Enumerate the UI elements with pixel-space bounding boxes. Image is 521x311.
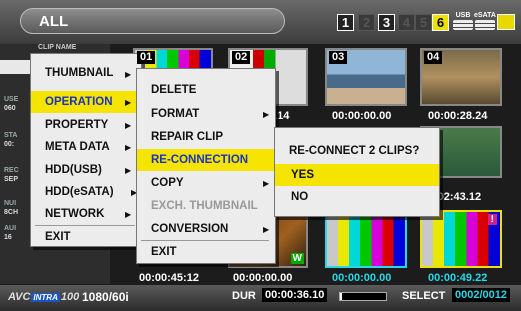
menu-item-label: DELETE (151, 84, 197, 96)
slot-1-indicator[interactable]: 1 (337, 14, 354, 31)
info-value: 16 (4, 234, 12, 241)
clip-name-header: CLIP NAME (38, 44, 77, 51)
info-value: 8CH (4, 209, 19, 216)
usb-drive-icon[interactable]: USB (451, 12, 475, 34)
select-label: SELECT (402, 290, 446, 302)
menu-item-hdd-esata[interactable]: HDD(eSATA) (31, 181, 141, 203)
menu-item-copy[interactable]: COPY (137, 172, 275, 194)
thumbnail-timecode: 00:00:00.00 (332, 272, 392, 284)
arrow-right-icon: ▶ (125, 166, 132, 175)
warning-icon: ! (487, 214, 497, 225)
info-label: STA (4, 132, 18, 139)
slot-4-indicator[interactable]: 4 (398, 14, 415, 31)
thumbnail-timecode: 00:00:28.24 (428, 110, 488, 122)
info-label: NUI (4, 200, 17, 207)
menu-item-label: HDD(eSATA) (45, 186, 114, 198)
info-value: 060 (4, 105, 16, 112)
thumbnail-number: 03 (329, 51, 348, 64)
menu-item-label: COPY (151, 177, 184, 189)
operation-submenu: DELETE FORMAT REPAIR CLIP RE-CONNECTION … (136, 68, 276, 264)
thumbnail-number: 02 (232, 51, 251, 64)
tab-all[interactable]: ALL (20, 8, 285, 34)
menu-item-label: NETWORK (45, 208, 105, 220)
menu-item-label: EXIT (151, 246, 177, 258)
menu-item-label: HDD(USB) (45, 164, 102, 176)
menu-item-label: RE-CONNECTION (151, 154, 249, 166)
menu-item-exch-thumbnail[interactable]: EXCH. THUMBNAIL (137, 195, 275, 217)
arrow-right-icon: ▶ (125, 121, 132, 130)
no-button[interactable]: NO (275, 186, 439, 208)
thumbnail-timecode: 00:00:45:12 (139, 272, 199, 284)
menu-item-delete[interactable]: DELETE (137, 79, 275, 101)
thumbnail-12[interactable]: ! (420, 210, 502, 268)
w-badge-icon: W (290, 253, 304, 264)
thumbnail-timecode: 00:00:49.22 (428, 272, 488, 284)
menu-item-label: THUMBNAIL (45, 67, 114, 79)
menu-item-re-connection[interactable]: RE-CONNECTION (137, 149, 275, 171)
menu-item-label: EXCH. THUMBNAIL (151, 200, 258, 212)
duration-label: DUR (232, 290, 256, 302)
usb-label: USB (455, 12, 471, 19)
menu-item-label: META DATA (45, 141, 110, 153)
arrow-right-icon: ▶ (263, 110, 270, 119)
thumbnail-11[interactable] (325, 210, 407, 268)
info-value: 00: (4, 141, 15, 148)
menu-item-label: REPAIR CLIP (151, 131, 223, 143)
thumbnail-screen: ALL 1 2 3 4 5 6 USB eSATA CLIP NAME USE … (0, 0, 521, 311)
option-label: NO (291, 191, 309, 203)
duration-progress-bar (339, 292, 387, 301)
thumbnail-timecode: 00:00:00.00 (233, 272, 293, 284)
reconnect-confirm-dialog: RE-CONNECT 2 CLIPS? YES NO (274, 127, 440, 217)
menu-item-label: OPERATION (45, 96, 113, 108)
menu-item-label: PROPERTY (45, 119, 109, 131)
thumbnail-number: 01 (137, 51, 156, 64)
slot-6-indicator[interactable]: 6 (432, 14, 449, 31)
menu-item-exit[interactable]: EXIT (31, 226, 141, 248)
thumbnail-04[interactable]: 04 (420, 48, 502, 106)
slot-3-indicator[interactable]: 3 (378, 14, 395, 31)
thumbnail-timecode: 00:00:00.00 (332, 110, 392, 122)
info-label: USE (4, 96, 19, 103)
menu-item-label: EXIT (45, 231, 71, 243)
info-label: REC (4, 167, 19, 174)
menu-item-format[interactable]: FORMAT (137, 103, 275, 125)
yes-button[interactable]: YES (275, 164, 439, 186)
thumbnail-03[interactable]: 03 (325, 48, 407, 106)
slot-5-indicator[interactable]: 5 (415, 14, 432, 31)
duration-value: 00:00:36.10 (262, 288, 328, 302)
arrow-right-icon: ▶ (263, 225, 270, 234)
info-label: AUI (4, 225, 17, 232)
main-menu: THUMBNAIL OPERATION PROPERTY META DATA H… (30, 53, 142, 247)
option-label: YES (291, 169, 315, 181)
menu-item-repair-clip[interactable]: REPAIR CLIP (137, 126, 275, 148)
arrow-right-icon: ▶ (125, 143, 132, 152)
video-format: 1080/60i (82, 290, 129, 304)
card-icon[interactable] (497, 14, 515, 30)
avc-intra-logo: AVC INTRA 100 (8, 291, 80, 303)
slot-2-indicator[interactable]: 2 (358, 14, 375, 31)
menu-item-conversion[interactable]: CONVERSION (137, 218, 275, 240)
duration-progress-fill (340, 293, 342, 300)
esata-label: eSATA (474, 12, 496, 19)
thumbnail-number: 04 (424, 51, 443, 64)
tab-all-label: ALL (39, 13, 69, 30)
arrow-right-icon: ▶ (125, 210, 132, 219)
arrow-right-icon: ▶ (125, 70, 132, 79)
esata-drive-icon[interactable]: eSATA (473, 12, 497, 34)
arrow-right-icon: ▶ (263, 179, 270, 188)
info-value: SEP (4, 176, 19, 183)
menu-item-exit[interactable]: EXIT (137, 241, 275, 263)
select-count: 0002/0012 (452, 288, 510, 302)
menu-item-label: CONVERSION (151, 223, 229, 235)
arrow-right-icon: ▶ (125, 98, 132, 107)
thumbnail-timecode: :02:43.12 (434, 191, 482, 203)
menu-item-label: FORMAT (151, 108, 200, 120)
dialog-question: RE-CONNECT 2 CLIPS? (289, 145, 420, 157)
